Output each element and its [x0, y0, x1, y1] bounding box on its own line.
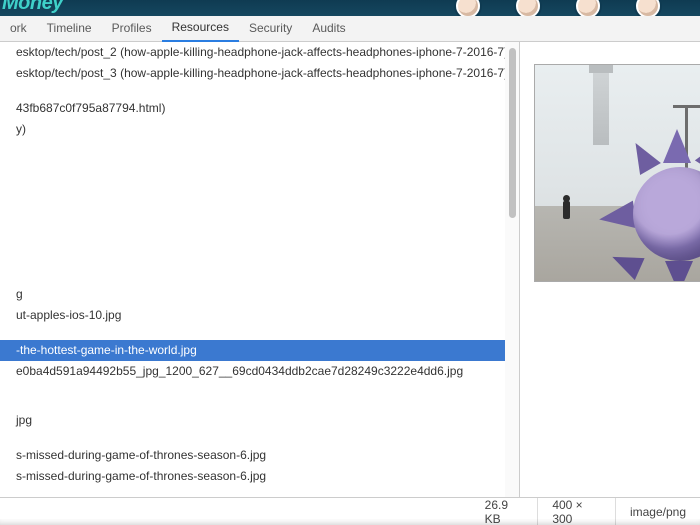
resource-row-selected[interactable]: -the-hottest-game-in-the-world.jpg [0, 340, 519, 361]
resource-row[interactable]: g [0, 284, 519, 305]
resource-row[interactable]: y) [0, 119, 519, 140]
tab-resources[interactable]: Resources [162, 15, 239, 42]
avatar [636, 0, 660, 16]
meta-dimensions: 400 × 300 [538, 498, 616, 525]
resource-row[interactable]: 43fb687c0f795a87794.html) [0, 98, 519, 119]
resource-row[interactable]: s-missed-during-game-of-thrones-season-6… [0, 466, 519, 487]
tab-profiles[interactable]: Profiles [102, 16, 162, 41]
devtools-tab-bar: ork Timeline Profiles Resources Security… [0, 16, 700, 42]
resource-row[interactable]: esktop/tech/post_2 (how-apple-killing-he… [0, 42, 519, 63]
scrollbar-track[interactable] [505, 42, 519, 497]
devtools-root: Money ork Timeline Profiles Resources Se… [0, 0, 700, 525]
avatar [456, 0, 480, 16]
resource-row[interactable]: jpg [0, 410, 519, 431]
resource-row[interactable]: ut-apples-ios-10.jpg [0, 305, 519, 326]
image-preview: Cloy [534, 64, 700, 282]
resource-row[interactable]: esktop/tech/post_3 (how-apple-killing-he… [0, 63, 519, 84]
banner-word: Money [2, 0, 63, 15]
meta-filesize: 26.9 KB [471, 498, 539, 525]
page-banner: Money [0, 0, 700, 16]
tab-network[interactable]: ork [0, 16, 37, 41]
scrollbar-thumb[interactable] [509, 48, 516, 218]
resource-tree-pane[interactable]: esktop/tech/post_2 (how-apple-killing-he… [0, 42, 520, 497]
preview-pane: Cloy [520, 42, 700, 497]
resource-list: esktop/tech/post_2 (how-apple-killing-he… [0, 42, 519, 497]
avatar [516, 0, 540, 16]
main-split: esktop/tech/post_2 (how-apple-killing-he… [0, 42, 700, 497]
tab-timeline[interactable]: Timeline [37, 16, 102, 41]
banner-avatars [456, 0, 660, 16]
preview-meta-bar: 26.9 KB 400 × 300 image/png [0, 497, 700, 525]
pokemon-sprite [605, 139, 700, 282]
preview-viewport[interactable]: Cloy [520, 42, 700, 497]
avatar [576, 0, 600, 16]
tab-security[interactable]: Security [239, 16, 302, 41]
meta-mime: image/png [616, 498, 700, 525]
resource-row[interactable]: e0ba4d591a94492b55_jpg_1200_627__69cd043… [0, 361, 519, 382]
resource-row[interactable]: s-missed-during-game-of-thrones-season-6… [0, 445, 519, 466]
tab-audits[interactable]: Audits [302, 16, 355, 41]
